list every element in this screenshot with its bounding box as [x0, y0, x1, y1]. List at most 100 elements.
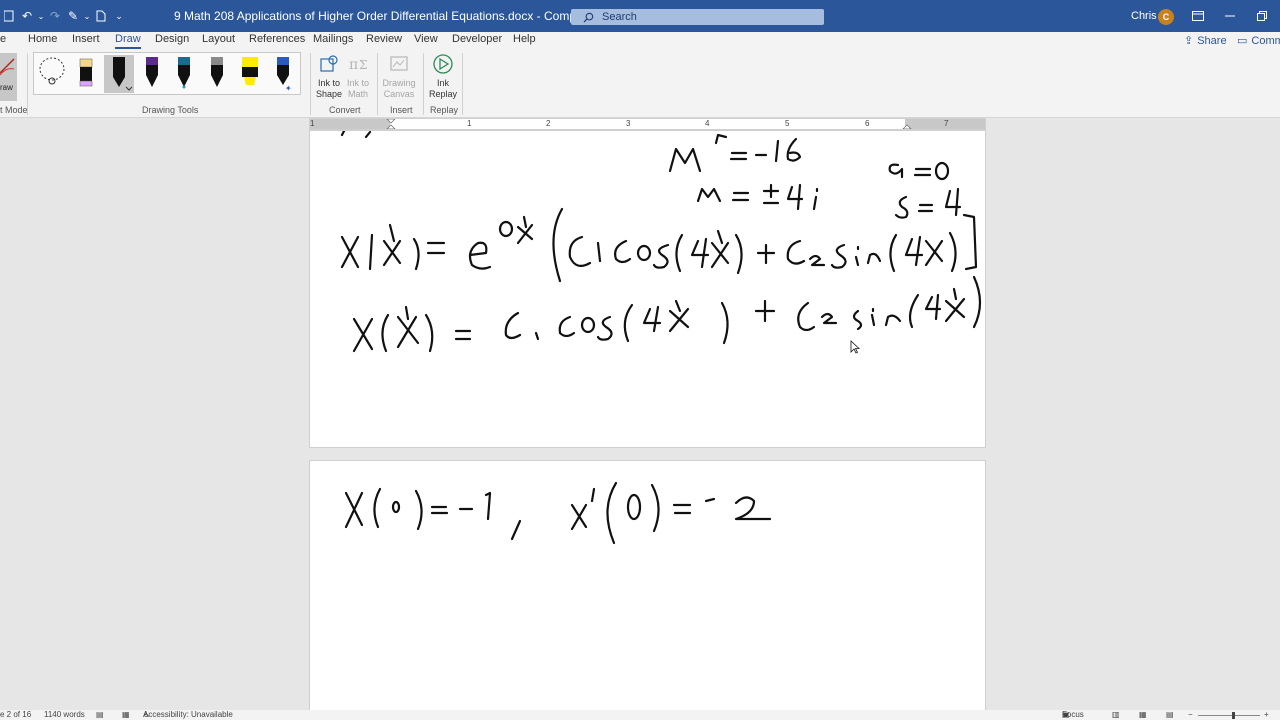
drawing-canvas-label-2: Canvas — [383, 89, 415, 99]
ruler-number: 3 — [626, 119, 631, 128]
ruler-number: 7 — [944, 119, 949, 128]
restore-icon[interactable] — [1246, 0, 1278, 32]
drawing-canvas-button: Drawing Canvas — [382, 53, 416, 103]
tab-developer[interactable]: Developer — [452, 32, 502, 49]
tab-help[interactable]: Help — [513, 32, 536, 49]
user-name[interactable]: Chris — [1131, 0, 1157, 32]
teal-pen-tool[interactable] — [172, 55, 196, 93]
drawing-canvas-icon — [390, 56, 408, 71]
ink-to-math-label-2: Math — [347, 89, 368, 99]
print-layout-icon[interactable]: ▦ — [1139, 710, 1147, 720]
tab-layout[interactable]: Layout — [202, 32, 235, 49]
undo-icon[interactable]: ↶ — [20, 9, 34, 23]
tab-file[interactable]: e — [0, 32, 6, 49]
tab-home[interactable]: Home — [28, 32, 57, 49]
title-bar: ↶ ⌄ ↷ ✎ ⌄ ⌄ 9 Math 208 Applications of H… — [0, 0, 1280, 32]
ink-to-shape-icon — [320, 55, 338, 72]
purple-pen-tool[interactable] — [140, 55, 164, 93]
separator — [27, 53, 28, 115]
ink-replay-icon — [433, 54, 453, 74]
focus-label: Focus — [1062, 710, 1084, 719]
proofing-icon[interactable]: ▤ — [96, 710, 104, 720]
ink-replay-button[interactable]: Ink Replay — [426, 53, 460, 103]
zoom-slider-track[interactable] — [1198, 715, 1260, 716]
tab-design[interactable]: Design — [155, 32, 189, 49]
share-button[interactable]: ⇪ Share — [1184, 32, 1227, 49]
svg-text:Σ: Σ — [359, 58, 367, 72]
yellow-highlighter-tool[interactable] — [238, 55, 262, 93]
ribbon: raw t Mode ✦ Drawing Tools Ink to Shape … — [0, 49, 1280, 118]
tab-draw[interactable]: Draw — [115, 32, 141, 49]
ruler-number: 4 — [705, 119, 710, 128]
ribbon-tabs: e Home Insert Draw Design Layout Referen… — [0, 32, 1280, 49]
draw-button[interactable]: raw — [0, 53, 17, 101]
convert-group-label: Convert — [329, 105, 361, 115]
search-placeholder: Search — [602, 11, 637, 23]
zoom-out-icon[interactable]: − — [1188, 710, 1193, 720]
ribbon-display-options-icon[interactable] — [1182, 0, 1214, 32]
ruler-number: 5 — [785, 119, 790, 128]
page-count[interactable]: e 2 of 16 — [0, 710, 31, 720]
read-mode-icon[interactable]: ▥ — [1112, 710, 1120, 720]
avatar[interactable]: C — [1158, 9, 1174, 25]
tab-references[interactable]: References — [249, 32, 305, 49]
save-icon[interactable] — [2, 9, 16, 23]
draw-pen-icon — [0, 58, 15, 76]
replay-group-label: Replay — [430, 105, 459, 115]
eraser-icon — [79, 58, 93, 87]
separator — [377, 53, 378, 115]
comment-icon: ▭ — [1237, 35, 1248, 47]
purple-pen-icon — [146, 57, 158, 87]
ruler-number: 6 — [865, 119, 870, 128]
insert-group-label: Insert — [390, 105, 413, 115]
lasso-icon — [39, 57, 65, 85]
ruler-left-margin — [310, 119, 390, 129]
pencil-icon — [211, 57, 223, 87]
tab-insert[interactable]: Insert — [72, 32, 100, 49]
document-page[interactable] — [310, 461, 985, 710]
document-page[interactable] — [310, 131, 985, 447]
share-label: Share — [1197, 34, 1227, 47]
galaxy-pen-icon: ✦ — [277, 57, 292, 93]
accessibility-label: Accessibility: Unavailable — [143, 710, 233, 719]
horizontal-ruler[interactable]: 1 1 2 3 4 5 6 7 — [309, 118, 986, 130]
ink-replay-label-1: Ink — [436, 78, 449, 88]
word-count[interactable]: 1140 words — [44, 710, 85, 720]
comments-button[interactable]: ▭ Comme — [1237, 32, 1280, 49]
ink-drawing — [344, 481, 772, 545]
ink-to-shape-button[interactable]: Ink to Shape — [313, 53, 345, 103]
galaxy-pen-tool[interactable]: ✦ — [271, 55, 295, 93]
pens-gallery: ✦ — [33, 52, 301, 95]
share-icon: ⇪ — [1184, 35, 1194, 47]
left-indent-marker[interactable] — [386, 119, 396, 129]
exit-mode-group-label: t Mode — [0, 105, 28, 115]
tab-view[interactable]: View — [414, 32, 438, 49]
tab-review[interactable]: Review — [366, 32, 402, 49]
tab-mailings[interactable]: Mailings — [313, 32, 353, 49]
gray-pencil-tool[interactable] — [205, 55, 229, 93]
ink-to-shape-label-1: Ink to — [317, 78, 340, 88]
minimize-icon[interactable] — [1214, 0, 1246, 32]
separator — [310, 53, 311, 115]
zoom-slider-thumb[interactable] — [1232, 712, 1235, 719]
eraser-tool[interactable] — [74, 55, 98, 93]
right-indent-marker[interactable] — [902, 119, 912, 129]
new-document-icon[interactable] — [94, 9, 108, 23]
ruler-number: 2 — [546, 119, 551, 128]
lasso-select-tool[interactable] — [37, 55, 65, 93]
customize-toolbar-icon[interactable]: ⌄ — [112, 9, 126, 23]
web-layout-icon[interactable]: ▤ — [1166, 710, 1174, 720]
format-painter-dropdown-icon[interactable]: ⌄ — [84, 9, 91, 23]
undo-dropdown-icon[interactable]: ⌄ — [38, 9, 45, 23]
ink-to-math-icon: π Σ — [349, 57, 367, 73]
highlighter-icon — [242, 57, 258, 85]
black-pen-tool[interactable] — [104, 55, 134, 93]
mouse-cursor-icon — [850, 340, 860, 354]
search-input[interactable]: Search — [571, 9, 824, 25]
separator — [423, 53, 424, 115]
zoom-in-icon[interactable]: + — [1264, 710, 1269, 720]
teal-pen-icon — [178, 57, 190, 89]
format-painter-icon[interactable]: ✎ — [66, 9, 80, 23]
ink-replay-label-2: Replay — [428, 89, 457, 99]
macro-icon[interactable]: ▦ — [122, 710, 130, 720]
